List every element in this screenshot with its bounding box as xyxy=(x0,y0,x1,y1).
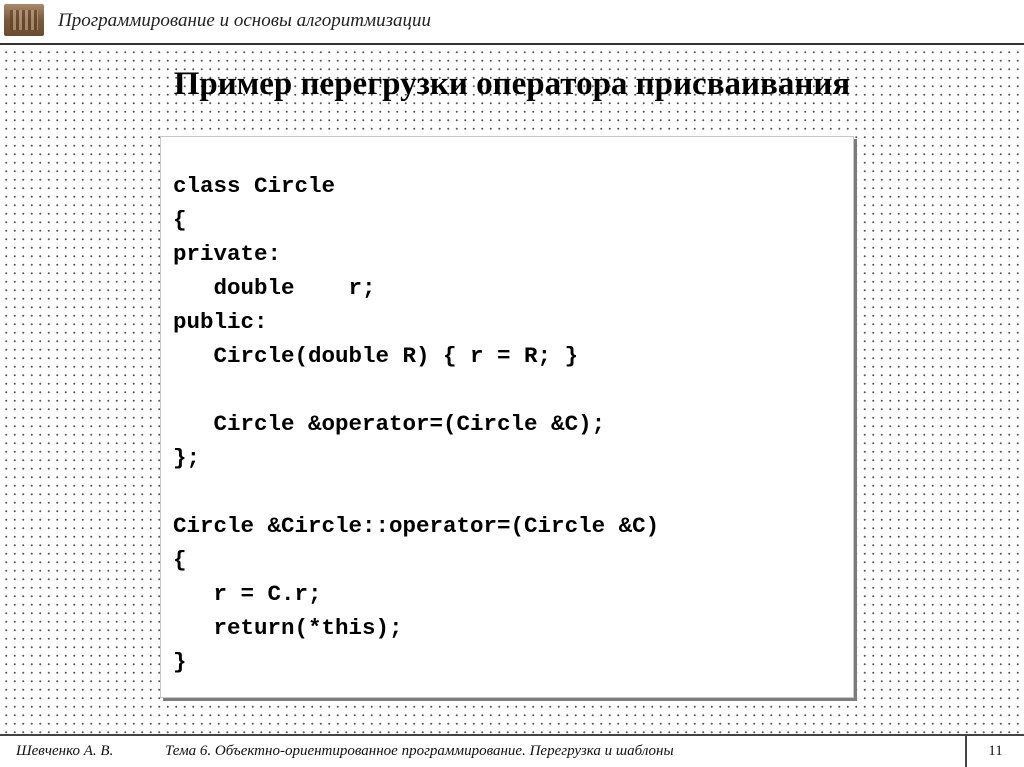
code-line: Circle &operator=(Circle &C); xyxy=(173,411,606,437)
code-line: return(*this); xyxy=(173,615,403,641)
code-line: }; xyxy=(173,445,201,471)
code-line: Circle &Circle::operator=(Circle &C) xyxy=(173,513,660,539)
footer-divider xyxy=(0,734,1024,736)
footer-author: Шевченко А. В. xyxy=(16,743,114,759)
code-line: class Circle xyxy=(173,173,336,199)
course-title: Программирование и основы алгоритмизации xyxy=(58,10,432,31)
code-listing-box: class Circle { private: double r; public: C… xyxy=(160,136,854,698)
slide-header: Программирование и основы алгоритмизации xyxy=(0,0,1024,45)
code-listing: class Circle { private: double r; public: C… xyxy=(173,169,659,679)
code-line: { xyxy=(173,207,187,233)
code-line: } xyxy=(173,649,187,675)
code-line: public: xyxy=(173,309,268,335)
book-stack-logo-icon xyxy=(4,4,44,36)
slide-title-text: Пример перегрузки оператора присваивания xyxy=(173,66,851,102)
code-line: double r; xyxy=(173,275,376,301)
page-number: 11 xyxy=(988,743,1003,759)
code-line: r = C.r; xyxy=(173,581,322,607)
slide-title: Пример перегрузки оператора присваивания xyxy=(0,66,1024,103)
footer-topic: Тема 6. Объектно-ориентированное програм… xyxy=(165,743,674,759)
code-line: { xyxy=(173,547,187,573)
header-divider xyxy=(0,43,1024,45)
code-line: Circle(double R) { r = R; } xyxy=(173,343,579,369)
code-line: private: xyxy=(173,241,282,267)
slide-footer: Шевченко А. В. Тема 6. Объектно-ориентир… xyxy=(0,734,1024,767)
